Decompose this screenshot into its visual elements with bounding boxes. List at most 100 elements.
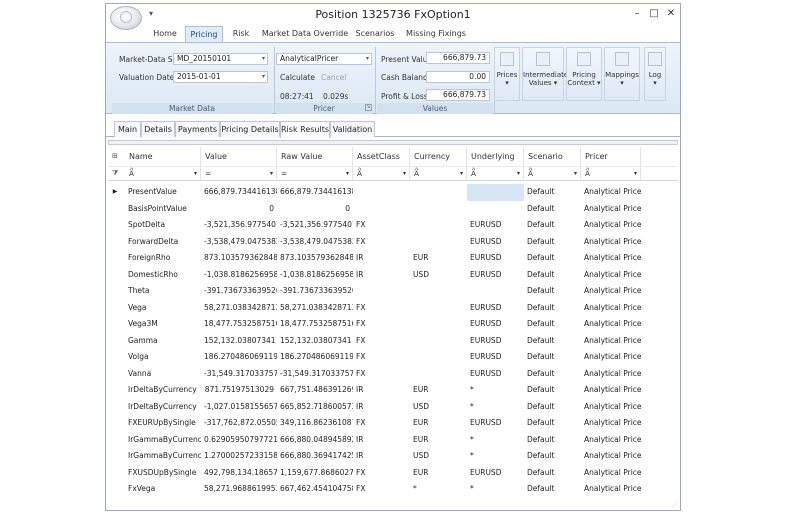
- cell-underlying[interactable]: EURUSD: [467, 300, 524, 317]
- horizontal-scrollbar[interactable]: [108, 140, 678, 145]
- cell-value[interactable]: 871.75197513029: [201, 382, 277, 399]
- cell-underlying[interactable]: EURUSD: [467, 217, 524, 234]
- cell-name[interactable]: IrDeltaByCurrency: [125, 399, 201, 416]
- row-indicator[interactable]: [108, 366, 122, 383]
- table-row[interactable]: FxVega 58,271.9688619953 667,462.454104758…: [108, 481, 678, 498]
- cell-value[interactable]: 873.103579362848: [201, 250, 277, 267]
- cell-value[interactable]: -391.736733639526: [201, 283, 277, 300]
- current-row-indicator-icon[interactable]: ▶: [108, 184, 122, 201]
- cell-raw-value[interactable]: 0: [277, 201, 353, 218]
- cell-value[interactable]: 58,271.0383428713: [201, 300, 277, 317]
- cell-raw-value[interactable]: 873.103579362848: [277, 250, 353, 267]
- cell-value[interactable]: 18,477.7532587516: [201, 316, 277, 333]
- market-data-set-dropdown[interactable]: MD_20150101 ▾: [173, 53, 268, 65]
- cell-name[interactable]: Vega: [125, 300, 201, 317]
- table-row[interactable]: IrDeltaByCurrency 871.75197513029 667,751.…: [108, 382, 678, 399]
- cell-currency[interactable]: USD: [410, 399, 467, 416]
- cell-currency[interactable]: USD: [410, 267, 467, 284]
- cell-asset-class[interactable]: FX: [353, 481, 410, 498]
- filter-icon[interactable]: ⧩: [112, 169, 118, 178]
- cell-pricer[interactable]: Analytical Pricer: [581, 366, 641, 383]
- cell-value[interactable]: 152,132.03807341: [201, 333, 277, 350]
- cell-underlying[interactable]: *: [467, 399, 524, 416]
- log-button[interactable]: Log ▾: [644, 47, 666, 101]
- column-header-value[interactable]: Value: [201, 147, 277, 166]
- cell-name[interactable]: SpotDelta: [125, 217, 201, 234]
- cell-scenario[interactable]: Default: [524, 481, 581, 498]
- ribbon-tab-market-data-override[interactable]: Market Data Override: [261, 26, 349, 42]
- cell-currency[interactable]: EUR: [410, 465, 467, 482]
- cell-scenario[interactable]: Default: [524, 399, 581, 416]
- cell-name[interactable]: PresentValue: [125, 184, 201, 201]
- cell-scenario[interactable]: Default: [524, 184, 581, 201]
- table-row[interactable]: Theta -391.736733639526 -391.736733639526 D…: [108, 283, 678, 300]
- cell-underlying[interactable]: EURUSD: [467, 366, 524, 383]
- minimize-button[interactable]: –: [630, 7, 644, 20]
- cell-name[interactable]: Gamma: [125, 333, 201, 350]
- table-row[interactable]: ForeignRho 873.103579362848 873.1035793628…: [108, 250, 678, 267]
- cell-value[interactable]: -317,762,872.055051: [201, 415, 277, 432]
- close-button[interactable]: ✕: [664, 7, 678, 20]
- column-header-pricer[interactable]: Pricer: [581, 147, 641, 166]
- ribbon-tab-risk[interactable]: Risk: [225, 26, 257, 42]
- column-chooser-icon[interactable]: ⊞: [112, 152, 118, 160]
- cell-name[interactable]: FXEURUpBySingle: [125, 415, 201, 432]
- row-indicator[interactable]: [108, 234, 122, 251]
- tab-payments[interactable]: Payments: [175, 121, 220, 137]
- cell-name[interactable]: IrDeltaByCurrency: [125, 382, 201, 399]
- cell-currency[interactable]: [410, 201, 467, 218]
- quick-access-dropdown-icon[interactable]: ▾: [149, 9, 153, 18]
- ribbon-tab-missing-fixings[interactable]: Missing Fixings: [403, 26, 469, 42]
- filter-asset-class[interactable]: Aͣ ▾: [353, 167, 410, 181]
- cell-raw-value[interactable]: -1,038.81862569584: [277, 267, 353, 284]
- cell-currency[interactable]: [410, 333, 467, 350]
- row-indicator[interactable]: [108, 481, 122, 498]
- filter-scenario[interactable]: Aͣ ▾: [524, 167, 581, 181]
- cell-pricer[interactable]: Analytical Pricer: [581, 382, 641, 399]
- cell-scenario[interactable]: Default: [524, 448, 581, 465]
- cell-asset-class[interactable]: IR: [353, 267, 410, 284]
- table-row[interactable]: FXEURUpBySingle-317,762,872.055051349,11…: [108, 415, 678, 432]
- cell-value[interactable]: -1,027.01581556571: [201, 399, 277, 416]
- cell-scenario[interactable]: Default: [524, 283, 581, 300]
- cell-value[interactable]: 666,879.734416138: [201, 184, 277, 201]
- mappings-button[interactable]: Mappings ▾: [604, 47, 640, 101]
- cell-currency[interactable]: [410, 300, 467, 317]
- cell-underlying[interactable]: EURUSD: [467, 267, 524, 284]
- cell-scenario[interactable]: Default: [524, 234, 581, 251]
- table-row[interactable]: FXUSDUpBySingle 492,798,134.18657 1,159,67…: [108, 465, 678, 482]
- tab-validation[interactable]: Validation: [330, 121, 375, 137]
- column-header-asset-class[interactable]: AssetClass: [353, 147, 410, 166]
- cell-name[interactable]: FxVega: [125, 481, 201, 498]
- valuation-date-picker[interactable]: 2015-01-01 ▾: [173, 71, 268, 83]
- cell-pricer[interactable]: Analytical Pricer: [581, 415, 641, 432]
- cell-pricer[interactable]: Analytical Pricer: [581, 184, 641, 201]
- column-header-underlying[interactable]: Underlying: [467, 147, 524, 166]
- resize-grip-icon[interactable]: ⋰: [672, 501, 678, 508]
- cell-pricer[interactable]: Analytical Pricer: [581, 250, 641, 267]
- cell-asset-class[interactable]: IR: [353, 399, 410, 416]
- cell-underlying[interactable]: EURUSD: [467, 415, 524, 432]
- cell-underlying[interactable]: EURUSD: [467, 234, 524, 251]
- cell-pricer[interactable]: Analytical Pricer: [581, 300, 641, 317]
- cell-underlying[interactable]: *: [467, 382, 524, 399]
- row-indicator[interactable]: [108, 201, 122, 218]
- cell-currency[interactable]: EUR: [410, 432, 467, 449]
- cell-scenario[interactable]: Default: [524, 316, 581, 333]
- cell-raw-value[interactable]: -3,538,479.04753829: [277, 234, 353, 251]
- tab-pricing-details[interactable]: Pricing Details: [220, 121, 280, 137]
- pricer-dialog-launcher-icon[interactable]: ↘: [365, 104, 372, 111]
- tab-details[interactable]: Details: [141, 121, 175, 137]
- cell-scenario[interactable]: Default: [524, 366, 581, 383]
- row-indicator[interactable]: [108, 415, 122, 432]
- row-indicator[interactable]: [108, 217, 122, 234]
- cell-pricer[interactable]: Analytical Pricer: [581, 234, 641, 251]
- row-indicator[interactable]: [108, 399, 122, 416]
- cell-name[interactable]: Volga: [125, 349, 201, 366]
- cell-scenario[interactable]: Default: [524, 465, 581, 482]
- cell-asset-class[interactable]: FX: [353, 217, 410, 234]
- cell-raw-value[interactable]: 667,751.486391269: [277, 382, 353, 399]
- row-indicator[interactable]: [108, 382, 122, 399]
- table-row[interactable]: ▶ PresentValue 666,879.734416138 666,879.73…: [108, 184, 678, 201]
- cancel-button[interactable]: Cancel: [321, 73, 346, 82]
